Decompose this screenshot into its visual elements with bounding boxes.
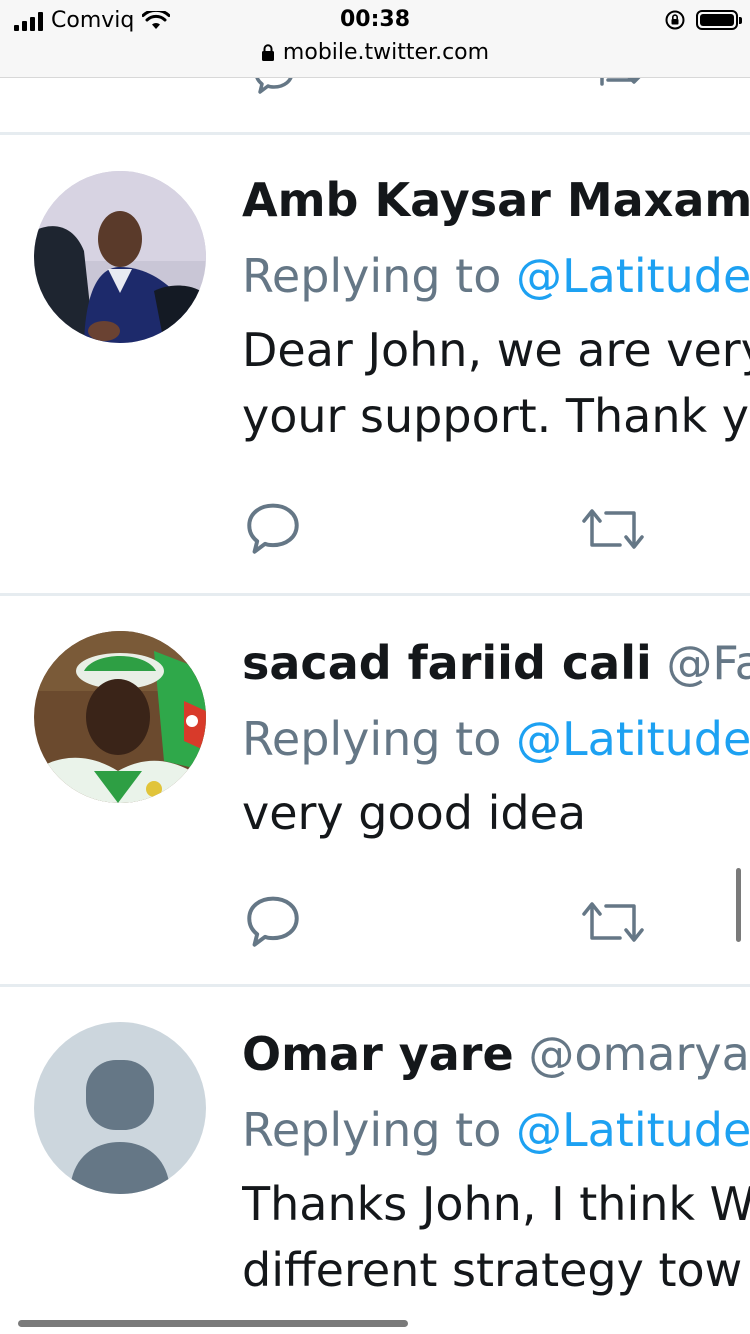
lock-icon [261,43,274,61]
tweet-text-line: Dear John, we are very [242,323,750,377]
default-profile-icon [34,1022,206,1194]
avatar-photo [34,171,206,343]
replying-to: Replying to @Latitude [242,712,750,766]
reply-icon[interactable] [244,499,302,557]
tweet-text: Dear John, we are very your support. Tha… [242,317,750,449]
address-bar[interactable]: mobile.twitter.com [0,40,750,65]
tweet-header: Omar yare @omarya [242,1027,750,1081]
display-name[interactable]: Amb Kaysar Maxamed [242,173,750,227]
mention-link[interactable]: @Latitude [516,249,750,303]
replying-label: Replying to [242,249,502,303]
replying-label: Replying to [242,1103,502,1157]
replying-label: Replying to [242,712,502,766]
tweet-content: Omar yare @omarya Replying to @Latitude … [242,1027,750,1303]
retweet-icon[interactable] [578,896,648,948]
display-name[interactable]: sacad fariid cali [242,636,652,690]
horizontal-scrollbar[interactable] [18,1320,408,1327]
replying-to: Replying to @Latitude [242,249,750,303]
tweet-header: sacad fariid cali @Fa [242,636,750,690]
tweet[interactable]: sacad fariid cali @Fa Replying to @Latit… [0,596,750,986]
battery-icon [696,10,742,30]
tweet-text-line: Thanks John, I think W [242,1177,750,1231]
replying-to: Replying to @Latitude [242,1103,750,1157]
reply-icon[interactable] [244,892,302,950]
previous-tweet-actions [0,78,750,108]
mention-link[interactable]: @Latitude [516,712,750,766]
avatar[interactable] [34,171,206,343]
retweet-icon[interactable] [578,503,648,555]
tweet[interactable]: Omar yare @omarya Replying to @Latitude … [0,987,750,1334]
mention-link[interactable]: @Latitude [516,1103,750,1157]
tweet-content: Amb Kaysar Maxamed Replying to @Latitude… [242,173,750,449]
avatar-photo [34,631,206,803]
username[interactable]: @Fa [666,636,750,690]
tweet-content: sacad fariid cali @Fa Replying to @Latit… [242,636,750,846]
browser-status-bar: Comviq 00:38 mobile.twitter.com [0,0,750,78]
tweet-text: Thanks John, I think W different strateg… [242,1171,750,1303]
tweet-header: Amb Kaysar Maxamed [242,173,750,227]
tweet-text: very good idea [242,780,750,846]
tweet-actions [242,499,750,559]
tweet-text-line: your support. Thank you [242,389,750,443]
reply-icon[interactable] [252,78,296,96]
username[interactable]: @omarya [528,1027,749,1081]
tweet-actions [242,892,750,952]
tweet-text-line: very good idea [242,786,587,840]
status-icons [664,9,742,31]
vertical-scrollbar[interactable] [736,868,741,942]
display-name[interactable]: Omar yare [242,1027,514,1081]
clock: 00:38 [339,7,411,32]
avatar[interactable] [34,1022,206,1194]
url-text: mobile.twitter.com [282,40,490,65]
retweet-icon[interactable] [588,78,648,92]
avatar[interactable] [34,631,206,803]
tweet[interactable]: Amb Kaysar Maxamed Replying to @Latitude… [0,135,750,595]
tweet-text-line: different strategy tow [242,1243,743,1297]
rotation-lock-icon [665,10,685,30]
